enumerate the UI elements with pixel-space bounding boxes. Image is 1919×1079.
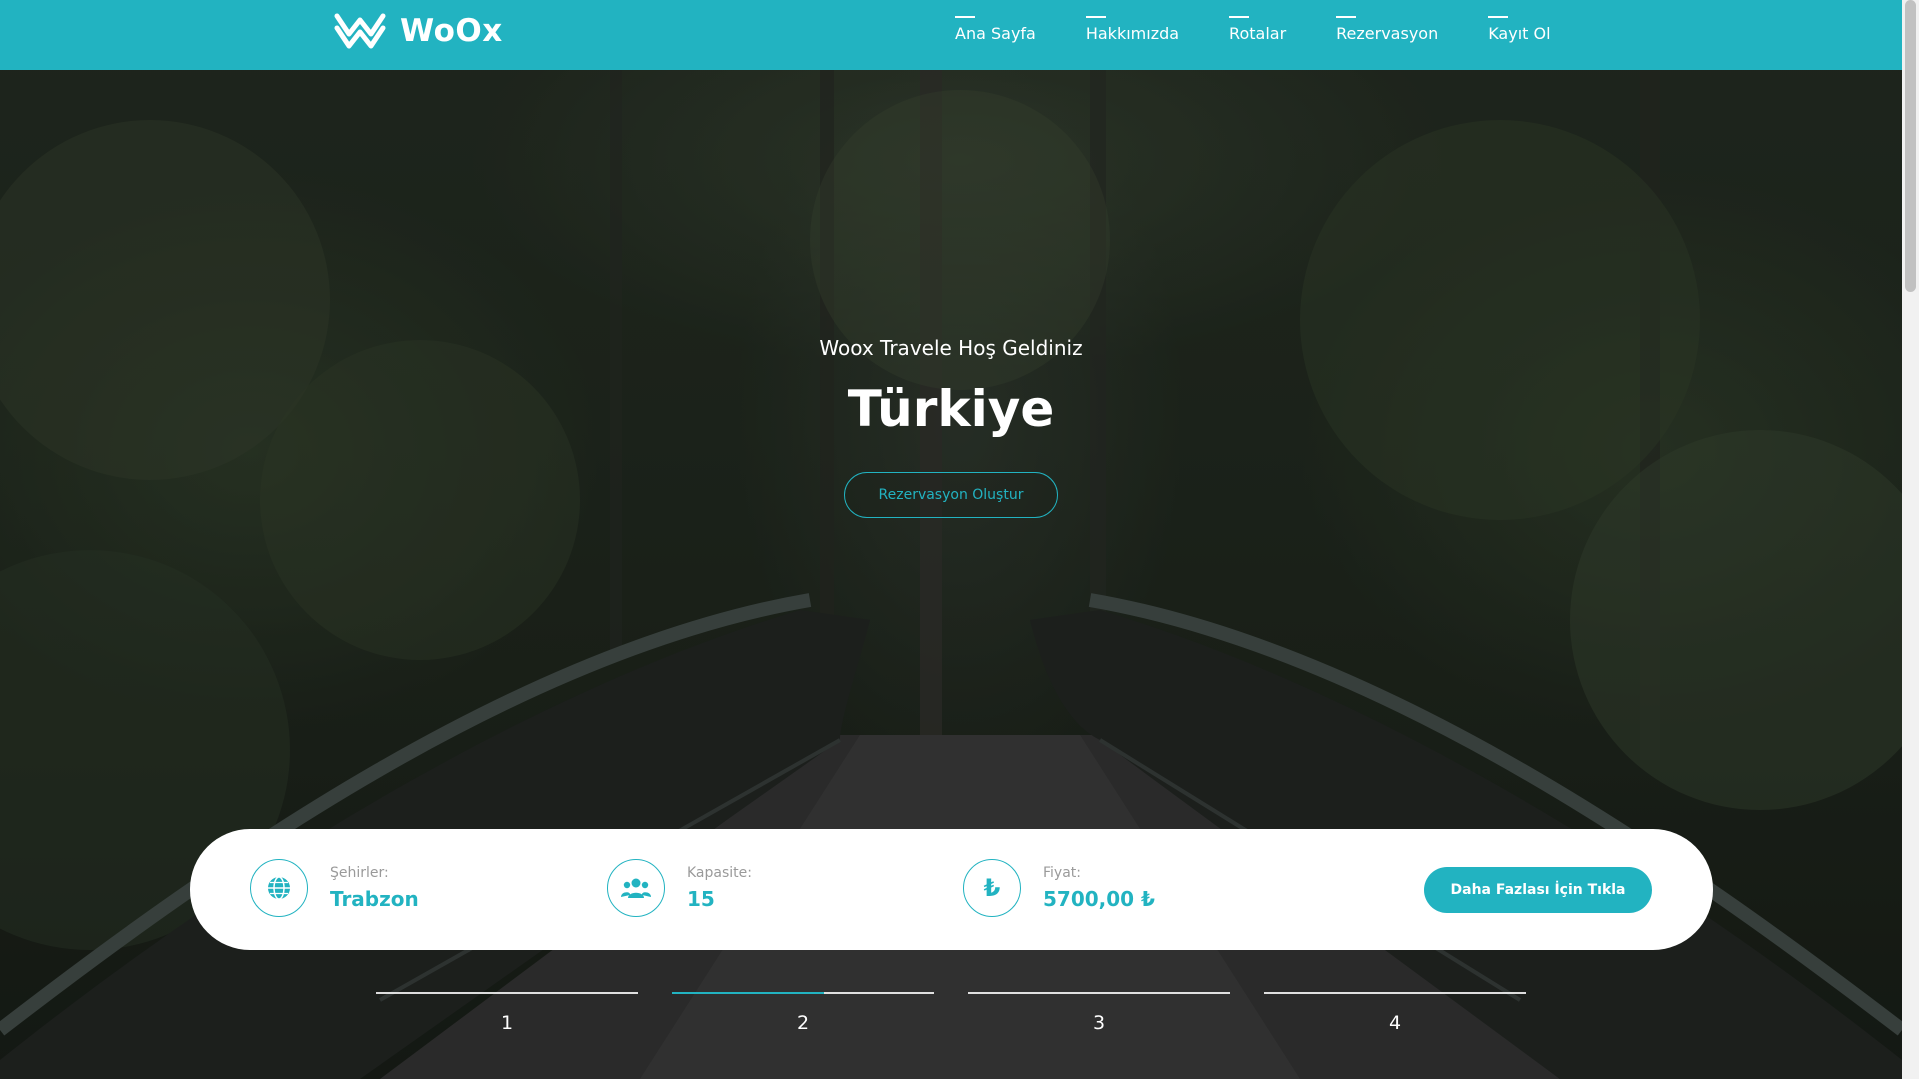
create-reservation-button[interactable]: Rezervasyon Oluştur <box>844 472 1058 518</box>
slide-number: 3 <box>1092 1012 1106 1034</box>
top-navbar: WoOx Ana Sayfa Hakkımızda Rotalar Rezerv… <box>0 0 1902 70</box>
info-city: Şehirler: Trabzon <box>250 859 419 917</box>
slide-progress-bar <box>1264 992 1526 994</box>
price-label: Fiyat: <box>1043 865 1081 881</box>
slide-progress-bar <box>968 992 1230 994</box>
city-label: Şehirler: <box>330 865 389 881</box>
nav-item-reservation[interactable]: Rezervasyon <box>1336 0 1438 70</box>
globe-icon <box>250 859 308 917</box>
main-nav: Ana Sayfa Hakkımızda Rotalar Rezervasyon… <box>955 0 1601 70</box>
trip-info-card: Şehirler: Trabzon Kapasite: 15 ₺ Fiyat: … <box>190 829 1713 950</box>
nav-item-routes[interactable]: Rotalar <box>1229 0 1286 70</box>
hero-welcome: Woox Travele Hoş Geldiniz <box>819 336 1083 360</box>
slide-number: 4 <box>1388 1012 1402 1034</box>
capacity-value: 15 <box>687 887 715 911</box>
slide-number: 2 <box>796 1012 810 1034</box>
slide-indicator-3[interactable]: 3 <box>968 992 1230 1034</box>
page-scrollbar[interactable] <box>1902 0 1919 1079</box>
logo-mark-icon <box>334 13 386 49</box>
slide-number: 1 <box>500 1012 514 1034</box>
more-details-button[interactable]: Daha Fazlası İçin Tıkla <box>1424 867 1652 913</box>
slide-progress-fill <box>672 992 824 994</box>
scrollbar-thumb[interactable] <box>1905 0 1916 292</box>
users-icon <box>607 859 665 917</box>
slide-progress-bar <box>376 992 638 994</box>
info-price: ₺ Fiyat: 5700,00 ₺ <box>963 859 1155 917</box>
price-value: 5700,00 ₺ <box>1043 887 1155 911</box>
hero-country-title: Türkiye <box>847 380 1055 438</box>
city-value: Trabzon <box>330 887 419 911</box>
slide-indicator-2[interactable]: 2 <box>672 992 934 1034</box>
logo[interactable]: WoOx <box>334 12 503 50</box>
lira-icon: ₺ <box>963 859 1021 917</box>
slide-indicator-4[interactable]: 4 <box>1264 992 1526 1034</box>
slide-progress-bar <box>672 992 934 994</box>
nav-item-home[interactable]: Ana Sayfa <box>955 0 1036 70</box>
nav-item-about[interactable]: Hakkımızda <box>1085 0 1179 70</box>
capacity-label: Kapasite: <box>687 865 752 881</box>
slide-indicator-1[interactable]: 1 <box>376 992 638 1034</box>
brand-name: WoOx <box>400 13 503 49</box>
info-capacity: Kapasite: 15 <box>607 859 752 917</box>
nav-item-register[interactable]: Kayıt Ol <box>1488 0 1551 70</box>
